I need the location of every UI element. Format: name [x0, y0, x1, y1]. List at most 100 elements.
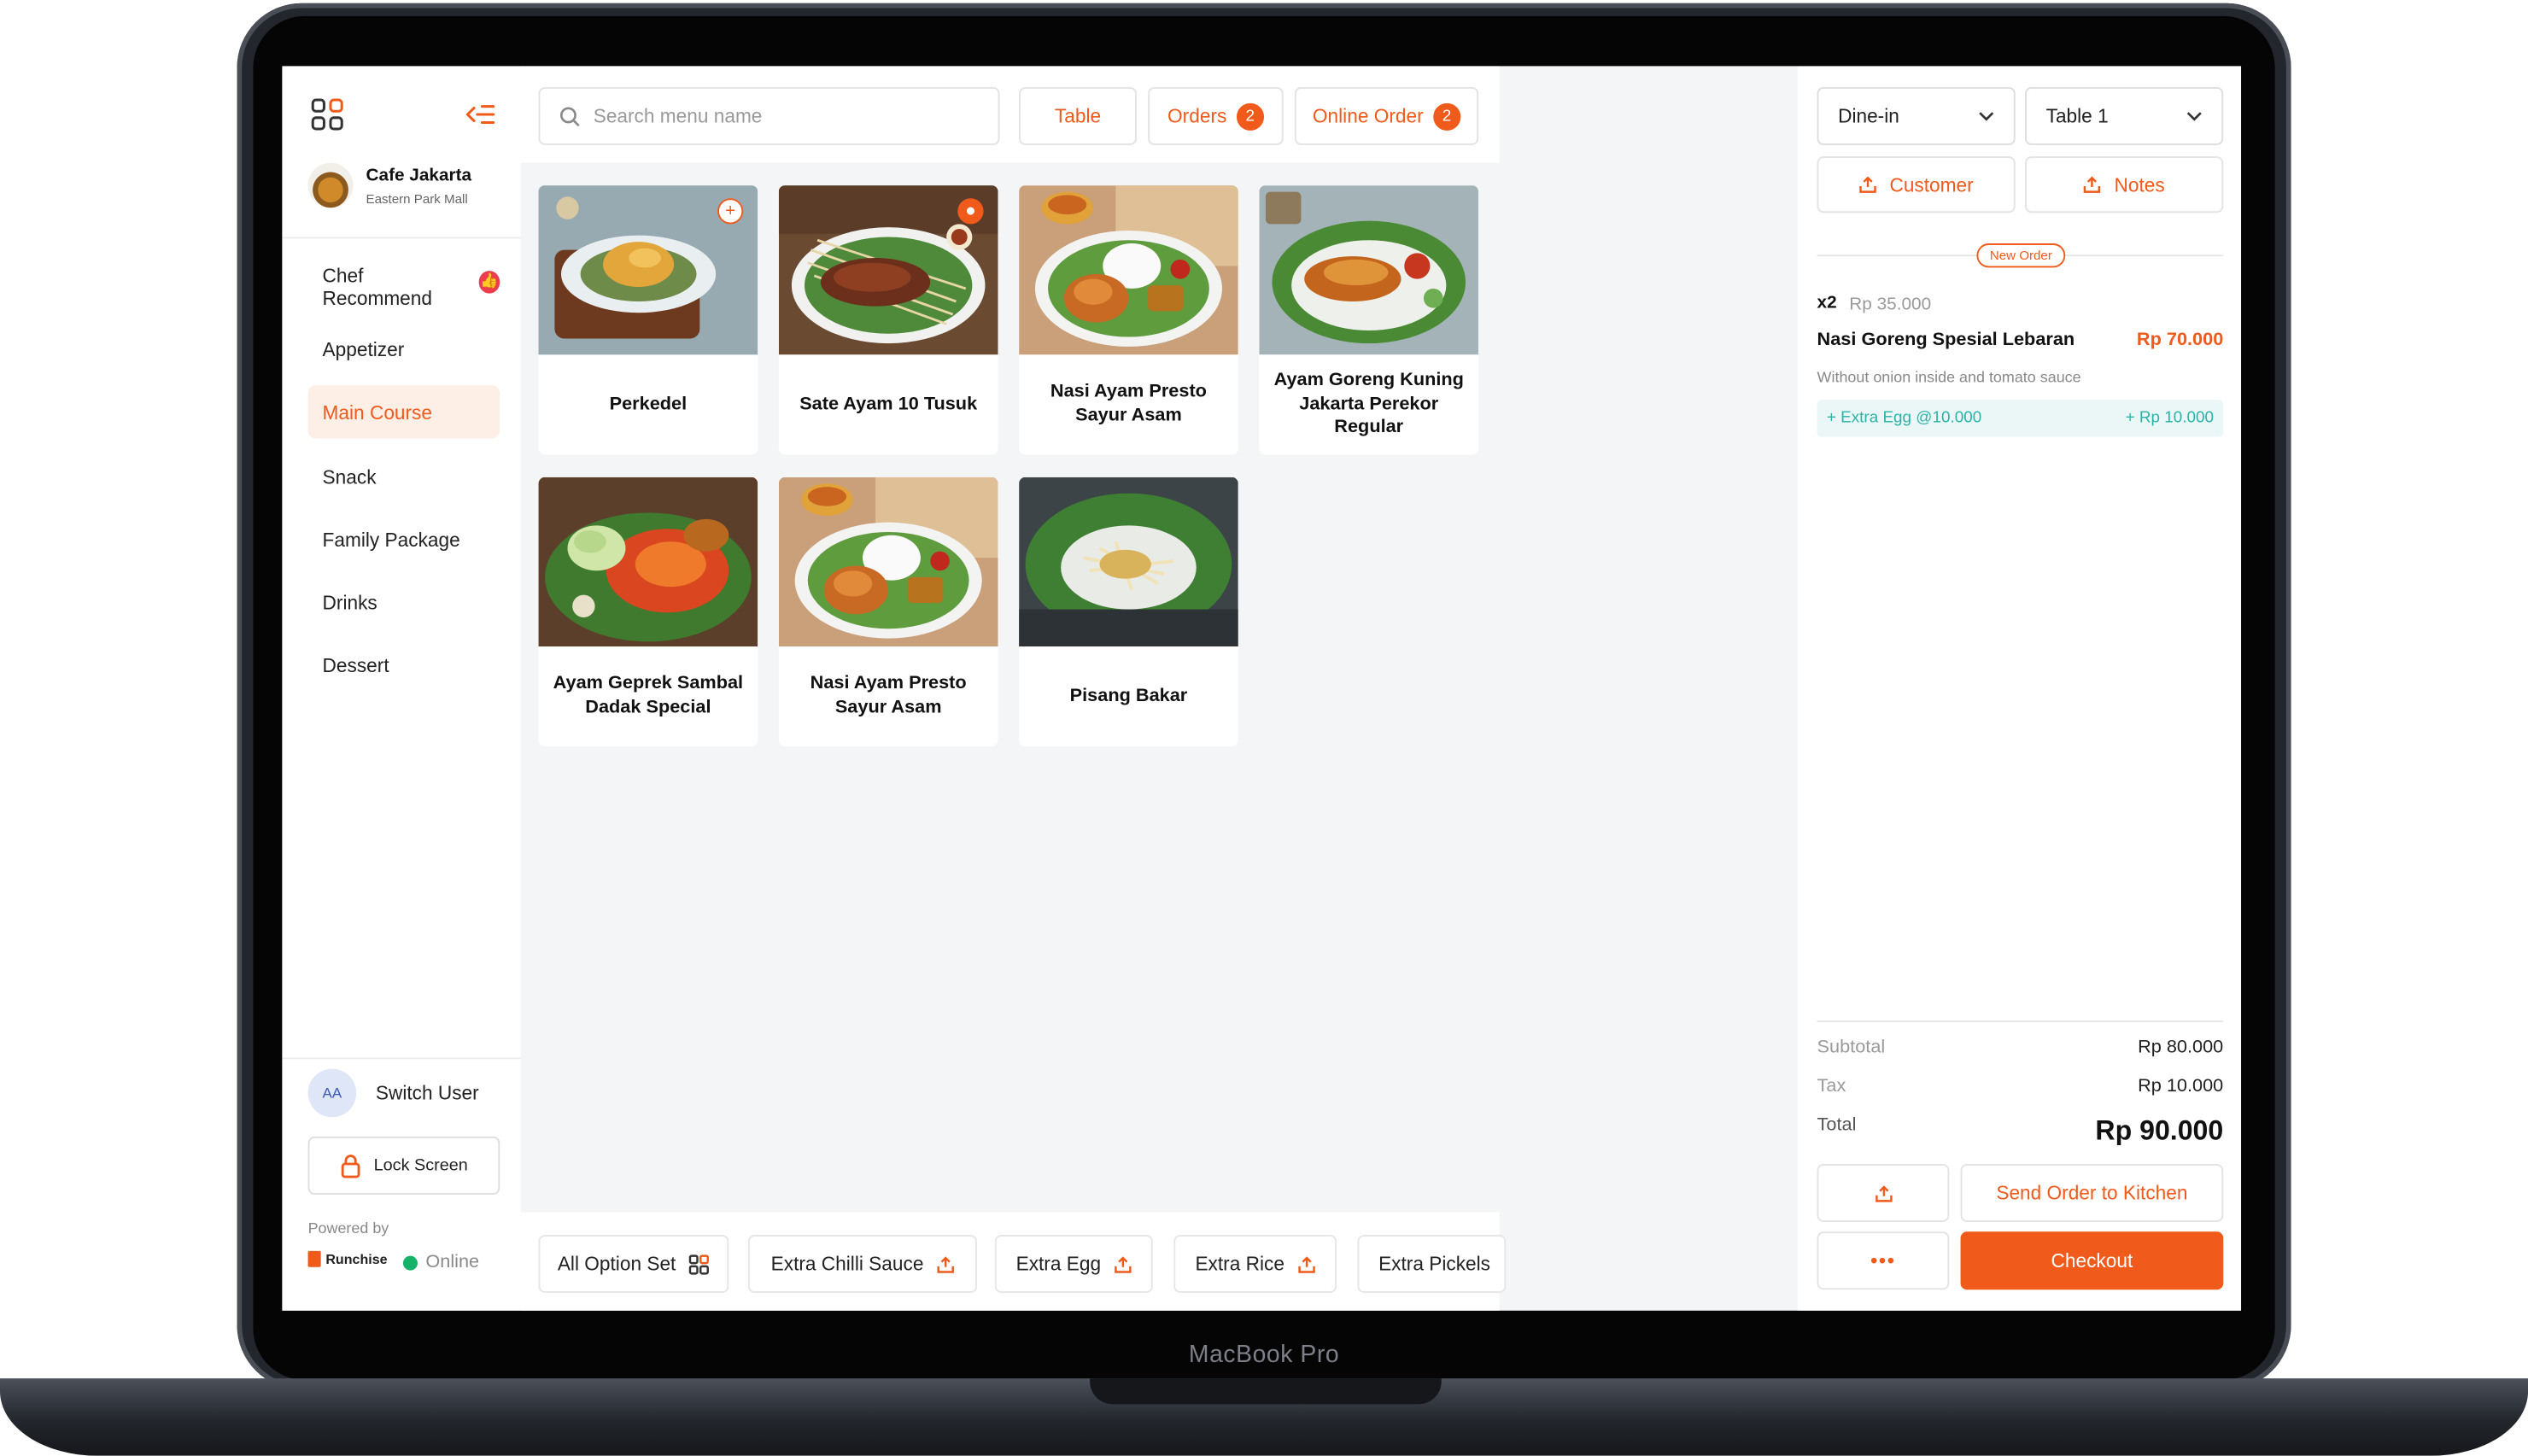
chevron-down-icon	[1979, 112, 1994, 121]
customer-button[interactable]: Customer	[1817, 156, 2016, 213]
apps-grid-icon[interactable]	[308, 95, 347, 133]
option-label: Extra Pickels	[1378, 1252, 1491, 1276]
lock-screen-label: Lock Screen	[373, 1155, 468, 1176]
menu-area: Table Orders 2 Online Order 2 + Perkedel ●…	[520, 66, 1507, 1311]
online-order-count-badge: 2	[1432, 102, 1461, 130]
product-image	[1019, 185, 1238, 355]
category-drinks[interactable]: Drinks	[308, 576, 500, 629]
upload-icon	[937, 1255, 954, 1272]
table-value: Table 1	[2045, 104, 2109, 128]
category-label: Snack	[322, 465, 377, 488]
product-name: Pisang Bakar	[1069, 686, 1188, 705]
table-button[interactable]: Table	[1019, 86, 1137, 145]
category-appetizer[interactable]: Appetizer	[308, 323, 500, 376]
search-box[interactable]	[538, 86, 1000, 145]
online-order-button[interactable]: Online Order 2	[1294, 86, 1479, 145]
divider	[282, 237, 521, 239]
product-card[interactable]: Ayam Geprek Sambal Dadak Special	[538, 477, 758, 747]
powered-by-label: Powered by	[307, 1220, 389, 1238]
category-label: Dessert	[322, 653, 389, 676]
plus-icon[interactable]: +	[717, 198, 744, 225]
option-extra-pickels[interactable]: Extra Pickels	[1357, 1235, 1507, 1294]
orders-count-badge: 2	[1236, 102, 1264, 130]
item-total-price: Rp 70.000	[2136, 330, 2224, 350]
top-bar: Table Orders 2 Online Order 2	[520, 66, 1500, 163]
checkout-button[interactable]: Checkout	[1960, 1231, 2224, 1290]
order-item-name[interactable]: Nasi Goreng Spesial Lebaran	[1817, 330, 2075, 350]
share-order-button[interactable]	[1817, 1163, 1950, 1222]
product-name: Ayam Goreng Kuning Jakarta Perekor Regul…	[1273, 370, 1464, 438]
store-name: Cafe Jakarta	[366, 165, 472, 185]
device-label: MacBook Pro	[1188, 1341, 1340, 1369]
switch-user-button[interactable]: Switch User	[376, 1082, 479, 1104]
product-card[interactable]: Pisang Bakar	[1019, 477, 1238, 747]
checkout-label: Checkout	[2051, 1249, 2133, 1272]
customer-label: Customer	[1889, 172, 1974, 196]
category-label: Drinks	[322, 590, 377, 614]
product-card[interactable]: Nasi Ayam Presto Sayur Asam	[778, 477, 998, 747]
product-card[interactable]: + Perkedel	[538, 185, 758, 455]
online-dot-icon	[402, 1254, 418, 1270]
notes-button[interactable]: Notes	[2025, 156, 2224, 213]
category-dessert[interactable]: Dessert	[308, 639, 500, 692]
total-value: Rp 90.000	[2095, 1115, 2224, 1147]
option-label: Extra Chilli Sauce	[770, 1252, 924, 1276]
more-icon: •••	[1870, 1249, 1896, 1272]
category-label: Main Course	[322, 401, 432, 424]
order-panel: Dine-in Table 1 Customer Notes New Order…	[1797, 66, 2242, 1311]
option-set-bar: All Option Set Extra Chilli Sauce Extra …	[520, 1212, 1507, 1311]
chevron-down-icon	[2186, 112, 2202, 121]
lock-screen-button[interactable]: Lock Screen	[307, 1136, 500, 1195]
product-name: Perkedel	[609, 394, 688, 414]
pos-screen: Cafe Jakarta Eastern Park Mall Chef Reco…	[282, 66, 2242, 1311]
product-card[interactable]: Nasi Ayam Presto Sayur Asam	[1019, 185, 1238, 455]
option-extra-chilli-sauce[interactable]: Extra Chilli Sauce	[747, 1235, 978, 1294]
product-name: Ayam Geprek Sambal Dadak Special	[553, 674, 744, 718]
sidebar: Cafe Jakarta Eastern Park Mall Chef Reco…	[282, 66, 521, 1311]
product-card[interactable]: Ayam Goreng Kuning Jakarta Perekor Regul…	[1259, 185, 1479, 455]
divider	[1817, 1020, 2224, 1022]
table-button-label: Table	[1054, 104, 1102, 128]
collapse-menu-icon[interactable]	[463, 98, 499, 131]
avatar[interactable]: AA	[307, 1068, 357, 1118]
all-option-set-button[interactable]: All Option Set	[538, 1235, 729, 1294]
tax-label: Tax	[1817, 1077, 1846, 1096]
upload-icon	[1875, 1184, 1892, 1202]
brand-logo: Runchise	[307, 1250, 388, 1267]
product-card[interactable]: ● Sate Ayam 10 Tusuk	[778, 185, 998, 455]
orders-button[interactable]: Orders 2	[1148, 86, 1284, 145]
product-image	[1019, 477, 1238, 647]
connection-status: Online	[402, 1253, 479, 1272]
brand-name: Runchise	[325, 1250, 388, 1267]
option-extra-egg[interactable]: Extra Egg	[994, 1235, 1153, 1294]
store-logo	[307, 162, 354, 208]
subtotal-value: Rp 80.000	[2138, 1038, 2224, 1058]
orders-button-label: Orders	[1167, 104, 1227, 128]
product-image	[778, 477, 998, 647]
category-snack[interactable]: Snack	[308, 450, 500, 503]
item-extra-row: + Extra Egg @10.000 + Rp 10.000	[1817, 400, 2224, 437]
thumbs-up-icon: 👍	[478, 270, 500, 293]
lock-icon	[341, 1154, 360, 1178]
store-location: Eastern Park Mall	[366, 190, 468, 206]
category-main-course[interactable]: Main Course	[307, 385, 500, 439]
upload-icon	[1114, 1255, 1132, 1272]
more-options-button[interactable]: •••	[1817, 1231, 1950, 1290]
order-type-select[interactable]: Dine-in	[1817, 86, 2016, 145]
search-input[interactable]	[593, 104, 964, 128]
product-name: Nasi Ayam Presto Sayur Asam	[1050, 382, 1207, 426]
extra-price: + Rp 10.000	[2125, 409, 2214, 428]
item-unit-price: Rp 35.000	[1849, 295, 1932, 315]
table-select[interactable]: Table 1	[2025, 86, 2224, 145]
category-family-package[interactable]: Family Package	[308, 512, 500, 565]
search-icon	[560, 106, 580, 126]
extra-label: + Extra Egg @10.000	[1826, 409, 1982, 428]
send-to-kitchen-button[interactable]: Send Order to Kitchen	[1960, 1163, 2224, 1222]
category-label: Family Package	[322, 528, 460, 551]
option-extra-rice[interactable]: Extra Rice	[1173, 1235, 1337, 1294]
product-name: Nasi Ayam Presto Sayur Asam	[810, 674, 967, 718]
store-info: Cafe Jakarta Eastern Park Mall	[307, 162, 472, 208]
combo-icon[interactable]: ●	[957, 198, 984, 225]
category-chef-recommend[interactable]: Chef Recommend 👍	[308, 260, 500, 313]
online-order-label: Online Order	[1312, 104, 1424, 128]
